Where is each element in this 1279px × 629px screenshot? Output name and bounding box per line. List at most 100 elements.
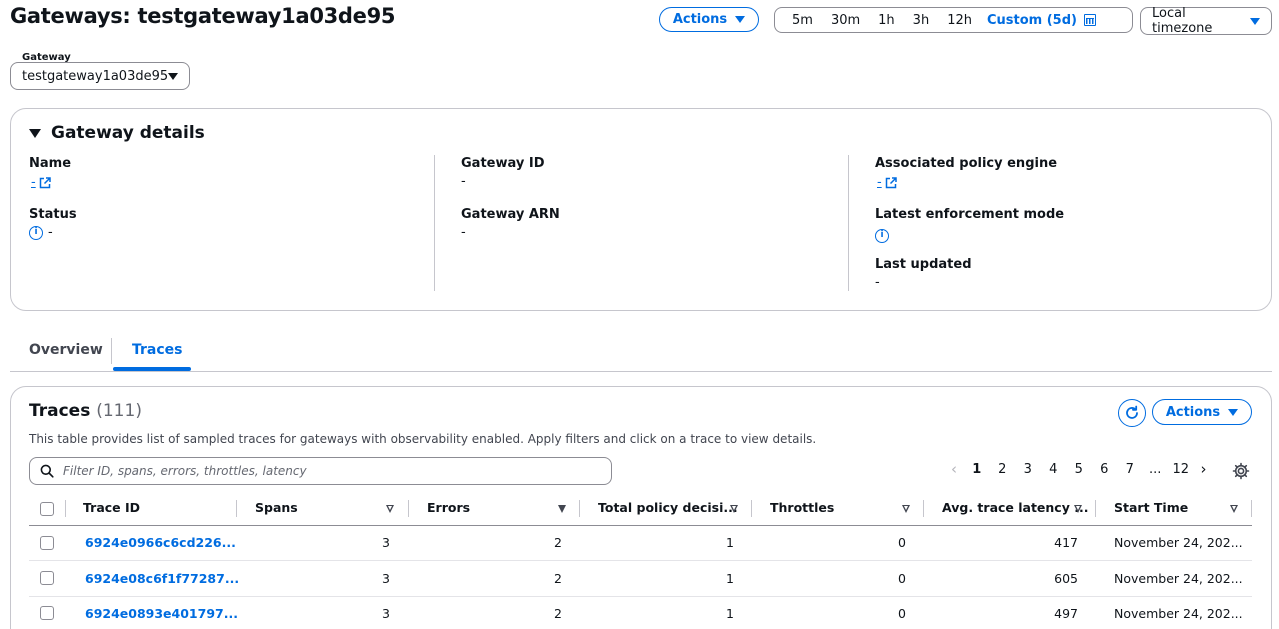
- column-divider: [848, 155, 849, 291]
- column-errors[interactable]: Errors: [427, 500, 470, 515]
- gear-icon[interactable]: [1232, 462, 1250, 480]
- caret-down-icon: [1250, 17, 1260, 25]
- column-separator: [923, 500, 924, 517]
- sort-icon[interactable]: [730, 505, 738, 513]
- actions-button-label: Actions: [672, 12, 728, 27]
- search-icon: [40, 464, 54, 478]
- cell-spans: 3: [382, 535, 390, 550]
- status-key: Status: [29, 207, 77, 222]
- range-custom-label: Custom (5d): [986, 12, 1077, 28]
- gateway-id-value: -: [461, 174, 466, 189]
- gateway-details-toggle[interactable]: Gateway details: [29, 123, 205, 143]
- caret-down-icon: [735, 16, 746, 23]
- sort-descending-icon[interactable]: [558, 505, 566, 513]
- trace-id-link[interactable]: 6924e08c6f1f77287...: [85, 571, 239, 586]
- timezone-select[interactable]: Local timezone: [1140, 6, 1272, 36]
- traces-title: Traces (111): [29, 401, 142, 421]
- page-5[interactable]: 5: [1066, 462, 1092, 477]
- page-6[interactable]: 6: [1092, 462, 1118, 477]
- active-tab-indicator: [113, 367, 191, 371]
- sort-icon[interactable]: [1074, 505, 1082, 513]
- gateway-select[interactable]: testgateway1a03de95: [10, 62, 190, 90]
- cell-throttles: 0: [898, 571, 906, 586]
- time-range-selector: 5m 30m 1h 3h 12h Custom (5d): [774, 7, 1133, 33]
- page-title: Gateways: testgateway1a03de95: [10, 4, 396, 28]
- cell-policy-decisions: 1: [726, 571, 734, 586]
- page-7[interactable]: 7: [1117, 462, 1143, 477]
- cell-errors: 2: [554, 606, 562, 621]
- page-3[interactable]: 3: [1015, 462, 1041, 477]
- column-avg-trace-latency[interactable]: Avg. trace latency ...: [942, 500, 1088, 515]
- column-separator: [1251, 500, 1252, 517]
- gateway-details-heading: Gateway details: [51, 123, 205, 143]
- row-checkbox[interactable]: [40, 571, 54, 585]
- cell-latency: 497: [1054, 606, 1078, 621]
- pagination: ‹ 1 2 3 4 5 6 7 ... 12 ›: [944, 460, 1214, 478]
- info-icon[interactable]: i: [29, 225, 43, 240]
- status-value: -: [48, 225, 53, 240]
- table-header-divider: [29, 525, 1252, 526]
- traces-search: [29, 457, 612, 485]
- gateway-id-key: Gateway ID: [461, 156, 545, 171]
- range-30m[interactable]: 30m: [822, 13, 869, 28]
- page-12[interactable]: 12: [1168, 462, 1194, 477]
- refresh-button[interactable]: [1118, 399, 1146, 427]
- traces-actions-button[interactable]: Actions: [1152, 399, 1252, 425]
- column-separator: [751, 500, 752, 517]
- column-trace-id[interactable]: Trace ID: [83, 500, 140, 515]
- column-separator: [236, 500, 237, 517]
- page-ellipsis: ...: [1149, 461, 1162, 477]
- refresh-icon: [1126, 405, 1138, 419]
- traces-actions-label: Actions: [1165, 404, 1221, 420]
- cell-errors: 2: [554, 535, 562, 550]
- column-start-time[interactable]: Start Time: [1114, 500, 1188, 515]
- status-field: i -: [29, 225, 53, 240]
- name-value: -: [31, 175, 36, 190]
- calendar-icon: [1083, 14, 1096, 26]
- previous-page-icon[interactable]: ‹: [944, 460, 964, 478]
- range-3h[interactable]: 3h: [904, 13, 939, 28]
- policy-engine-key: Associated policy engine: [875, 156, 1058, 171]
- column-total-policy-decisions[interactable]: Total policy decisi...: [598, 500, 738, 515]
- cell-policy-decisions: 1: [726, 535, 734, 550]
- tabs-divider: [10, 371, 1272, 372]
- gateway-arn-key: Gateway ARN: [461, 207, 560, 222]
- range-1h[interactable]: 1h: [869, 13, 904, 28]
- gateway-arn-value: -: [461, 225, 466, 240]
- page-1[interactable]: 1: [964, 462, 990, 477]
- policy-engine-link[interactable]: -: [877, 175, 897, 190]
- column-separator: [408, 500, 409, 517]
- row-divider: [29, 560, 1252, 561]
- timezone-label: Local timezone: [1152, 6, 1213, 36]
- select-all-checkbox[interactable]: [40, 502, 54, 516]
- page-2[interactable]: 2: [990, 462, 1016, 477]
- cell-start-time: November 24, 202...: [1114, 535, 1243, 550]
- sort-icon[interactable]: [1230, 505, 1238, 513]
- actions-button[interactable]: Actions: [659, 7, 759, 32]
- sort-icon[interactable]: [386, 505, 394, 513]
- range-5m[interactable]: 5m: [783, 13, 822, 28]
- cell-throttles: 0: [898, 535, 906, 550]
- enforcement-mode-key: Latest enforcement mode: [875, 207, 1065, 222]
- last-updated-value: -: [875, 275, 880, 290]
- search-input[interactable]: [63, 464, 583, 478]
- range-custom[interactable]: Custom (5d): [981, 13, 1105, 28]
- external-link-icon: [39, 176, 51, 188]
- row-checkbox[interactable]: [40, 606, 54, 620]
- next-page-icon[interactable]: ›: [1194, 460, 1214, 478]
- name-link[interactable]: -: [31, 175, 51, 190]
- tab-traces[interactable]: Traces: [132, 342, 183, 358]
- cell-start-time: November 24, 202...: [1114, 571, 1243, 586]
- tab-overview[interactable]: Overview: [29, 342, 103, 358]
- trace-id-link[interactable]: 6924e0893e401797...: [85, 606, 238, 621]
- sort-icon[interactable]: [902, 505, 910, 513]
- info-icon[interactable]: i: [875, 228, 889, 243]
- column-divider: [434, 155, 435, 291]
- column-throttles[interactable]: Throttles: [770, 500, 834, 515]
- cell-start-time: November 24, 202...: [1114, 606, 1243, 621]
- row-checkbox[interactable]: [40, 536, 54, 550]
- trace-id-link[interactable]: 6924e0966c6cd226...: [85, 535, 236, 550]
- column-spans[interactable]: Spans: [255, 500, 298, 515]
- page-4[interactable]: 4: [1041, 462, 1067, 477]
- range-12h[interactable]: 12h: [938, 13, 981, 28]
